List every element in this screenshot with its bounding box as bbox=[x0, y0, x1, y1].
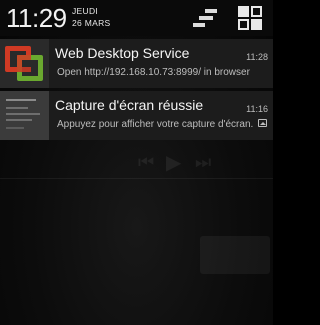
notification-title: Capture d'écran réussie bbox=[55, 97, 204, 113]
thumbnail-line bbox=[6, 127, 24, 129]
user-profile-icon bbox=[238, 6, 249, 17]
notification-title: Web Desktop Service bbox=[55, 45, 190, 61]
quick-settings-icon-bar bbox=[193, 23, 205, 27]
web-desktop-service-icon bbox=[0, 39, 49, 88]
clock-time: 11:29 bbox=[6, 3, 67, 33]
clock-date: 26 MARS bbox=[72, 18, 111, 28]
user-profile-icon-cell bbox=[238, 19, 249, 30]
user-profile-icon-cell bbox=[251, 19, 262, 30]
background-previous-icon: ⏮ bbox=[138, 152, 155, 173]
quick-settings-button[interactable] bbox=[191, 8, 221, 30]
user-profile-icon-cell bbox=[251, 6, 262, 17]
background-app-panel bbox=[200, 236, 270, 274]
user-profile-button[interactable] bbox=[238, 6, 264, 32]
thumbnail-line bbox=[6, 119, 32, 121]
quick-settings-icon-bar bbox=[199, 16, 213, 20]
shade-header: 11:29 JEUDI 26 MARS bbox=[0, 0, 273, 36]
notification-time: 11:28 bbox=[246, 52, 268, 62]
clock-day: JEUDI bbox=[72, 6, 99, 16]
picture-icon bbox=[258, 119, 267, 127]
thumbnail-line bbox=[6, 113, 40, 115]
quick-settings-icon bbox=[205, 9, 217, 13]
background-play-icon: ▶ bbox=[166, 150, 182, 174]
notification-screenshot[interactable]: Capture d'écran réussie 11:16 Appuyez po… bbox=[0, 91, 273, 140]
background-next-icon: ⏭ bbox=[195, 152, 212, 173]
notification-text: Appuyez pour afficher votre capture d'éc… bbox=[57, 119, 253, 130]
notification-text: Open http://192.168.10.73:8999/ in brows… bbox=[57, 67, 250, 78]
screenshot-thumbnail-icon bbox=[0, 91, 49, 140]
notification-web-desktop-service[interactable]: Web Desktop Service 11:28 Open http://19… bbox=[0, 39, 273, 88]
background-app-divider bbox=[0, 178, 273, 179]
thumbnail-line bbox=[6, 107, 28, 109]
notification-shade: ⏮ ▶ ⏭ 11:29 JEUDI 26 MARS Web Desktop Se… bbox=[0, 0, 273, 325]
thumbnail-line bbox=[6, 99, 36, 101]
notification-time: 11:16 bbox=[246, 104, 268, 114]
